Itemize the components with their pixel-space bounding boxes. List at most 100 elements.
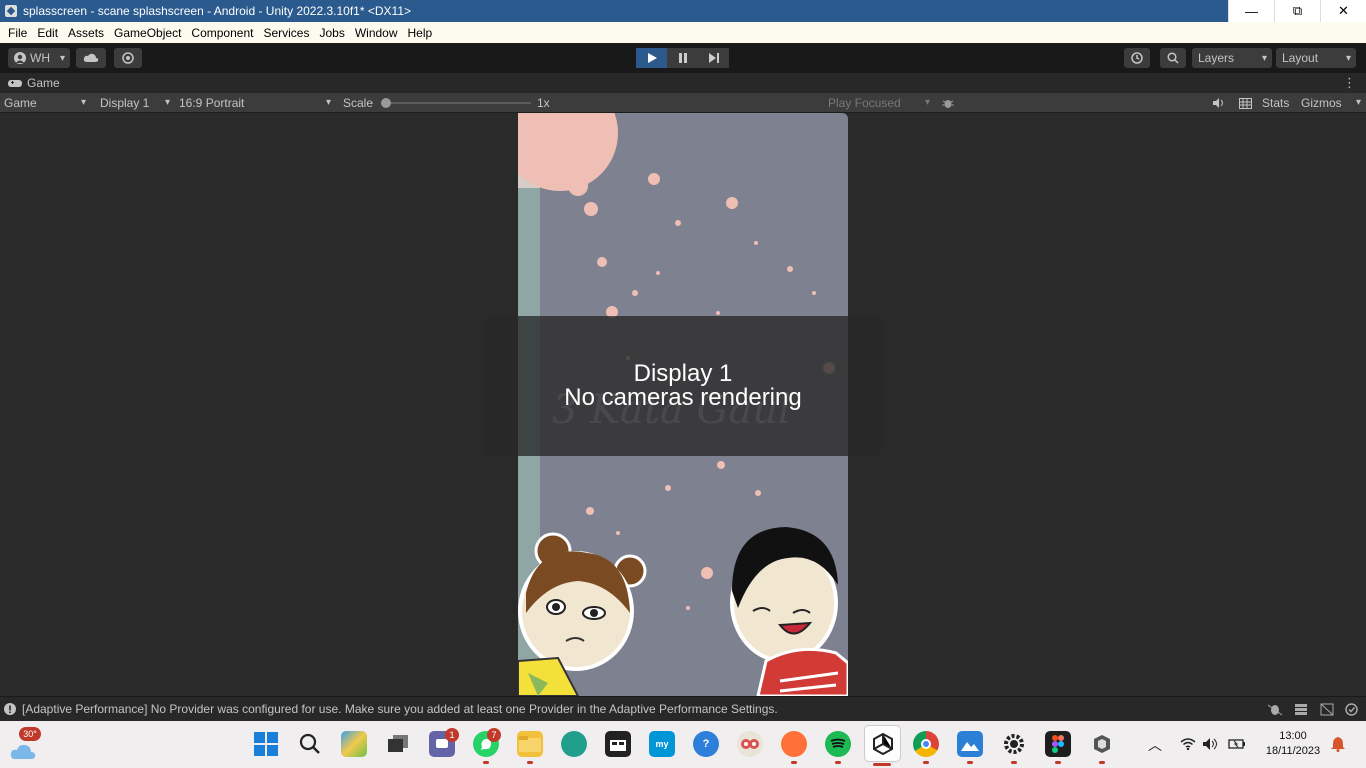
menu-bar: File Edit Assets GameObject Component Se… (0, 22, 1366, 43)
stats-button[interactable]: Stats (1262, 96, 1289, 110)
teams-badge: 1 (445, 728, 459, 742)
owl-app-icon[interactable] (737, 731, 763, 757)
account-label: WH (30, 51, 50, 65)
menu-edit[interactable]: Edit (32, 26, 63, 40)
info-icon (4, 703, 16, 715)
grid-button[interactable] (1236, 96, 1254, 110)
account-dropdown[interactable]: WH (8, 48, 70, 68)
figma-icon[interactable] (1045, 731, 1071, 757)
close-button[interactable]: ✕ (1320, 0, 1366, 22)
search-icon (1167, 52, 1179, 64)
settings-icon[interactable] (1001, 731, 1027, 757)
menu-window[interactable]: Window (350, 26, 403, 40)
playmode-controls (636, 48, 729, 68)
copilot-icon[interactable] (341, 731, 367, 757)
scale-value: 1x (537, 96, 550, 110)
unity-hub-running-indicator (1099, 761, 1105, 764)
no-camera-overlay: Display 1 No cameras rendering (483, 316, 883, 456)
edge-icon[interactable] (561, 731, 587, 757)
unity-taskbar-icon[interactable] (864, 725, 901, 762)
menu-assets[interactable]: Assets (63, 26, 109, 40)
weather-widget[interactable]: 30° (10, 727, 41, 761)
gizmos-dropdown[interactable]: Gizmos (1297, 93, 1365, 112)
settings-running-indicator (1011, 761, 1017, 764)
firefox-running-indicator (791, 761, 797, 764)
volume-icon[interactable] (1203, 737, 1219, 755)
notification-bell-icon[interactable] (1331, 736, 1345, 757)
display-dropdown[interactable]: Display 1 (96, 93, 174, 112)
whatsapp-badge: 7 (487, 728, 501, 742)
wifi-icon[interactable] (1180, 737, 1196, 755)
windows-logo-icon (254, 732, 278, 756)
tray-overflow-chevron-icon[interactable]: ︿ (1148, 735, 1162, 755)
step-button[interactable] (698, 48, 729, 68)
menu-component[interactable]: Component (186, 26, 258, 40)
scale-slider-handle[interactable] (381, 98, 391, 108)
account-icon (14, 52, 26, 64)
unity-hub-icon[interactable] (1089, 731, 1115, 757)
myhp-icon[interactable]: my (649, 731, 675, 757)
menu-services[interactable]: Services (258, 26, 314, 40)
console-message: [Adaptive Performance] No Provider was c… (22, 702, 778, 716)
pause-button[interactable] (667, 48, 698, 68)
debug-mode-icon[interactable] (1267, 703, 1283, 719)
restore-button[interactable]: ⧉ (1274, 0, 1320, 22)
store-icon[interactable] (605, 731, 631, 757)
tab-game-label: Game (27, 76, 60, 90)
photos-icon[interactable] (957, 731, 983, 757)
play-icon (647, 53, 657, 63)
cloud-icon (83, 53, 99, 62)
check-icon[interactable] (1345, 703, 1358, 719)
file-explorer-icon[interactable] (517, 731, 543, 757)
network-icon[interactable] (1320, 703, 1334, 719)
menu-file[interactable]: File (3, 26, 32, 40)
window-tab-bar: Game ⋮ (0, 73, 1366, 93)
main-toolbar: WH Layers Layout (0, 43, 1366, 73)
tab-game[interactable]: Game (0, 73, 60, 93)
cloud-button[interactable] (76, 48, 106, 68)
minimize-button[interactable]: — (1228, 0, 1274, 22)
help-icon[interactable]: ? (693, 731, 719, 757)
layers-dropdown[interactable]: Layers (1192, 48, 1272, 68)
overlay-display-label: Display 1 (633, 360, 733, 387)
photos-running-indicator (967, 761, 973, 764)
taskbar-search-button[interactable] (297, 731, 323, 757)
debug-button[interactable] (938, 95, 958, 111)
history-button[interactable] (1124, 48, 1150, 68)
search-icon (299, 733, 320, 754)
menu-jobs[interactable]: Jobs (314, 26, 349, 40)
gamepad-icon (8, 80, 22, 87)
game-viewport[interactable]: 3 Kata Gaul Display 1 No cameras renderi… (0, 113, 1366, 696)
console-status-bar[interactable]: [Adaptive Performance] No Provider was c… (0, 696, 1366, 721)
play-focused-dropdown[interactable]: Play Focused (824, 93, 934, 112)
weather-temp: 30° (19, 727, 41, 741)
menu-help[interactable]: Help (403, 26, 438, 40)
game-mode-dropdown[interactable]: Game (0, 93, 90, 112)
search-button[interactable] (1160, 48, 1186, 68)
collab-button[interactable] (114, 48, 142, 68)
scale-slider[interactable] (381, 98, 531, 108)
clock-date: 18/11/2023 (1265, 745, 1321, 757)
chrome-icon[interactable] (913, 731, 939, 757)
tab-menu-icon[interactable]: ⋮ (1343, 75, 1356, 91)
windows-taskbar: 30° 1 7 my ? ︿ 13:00 18/11/2023 (0, 721, 1366, 768)
firefox-icon[interactable] (781, 731, 807, 757)
clock-time: 13:00 (1279, 730, 1307, 742)
spotify-icon[interactable] (825, 731, 851, 757)
game-view-toolbar: Game Display 1 16:9 Portrait Scale 1x Pl… (0, 93, 1366, 113)
layout-dropdown[interactable]: Layout (1276, 48, 1356, 68)
task-view-icon[interactable] (385, 731, 411, 757)
chrome-running-indicator (923, 761, 929, 764)
battery-icon[interactable] (1228, 737, 1246, 755)
start-button[interactable] (253, 731, 279, 757)
clock[interactable]: 13:00 18/11/2023 (1258, 729, 1328, 759)
aspect-dropdown[interactable]: 16:9 Portrait (175, 93, 335, 112)
mute-button[interactable] (1210, 96, 1228, 110)
menu-gameobject[interactable]: GameObject (109, 26, 186, 40)
play-button[interactable] (636, 48, 667, 68)
cloud-weather-icon (10, 744, 36, 759)
unity-logo-icon (5, 5, 17, 17)
speaker-icon (1213, 98, 1223, 108)
overlay-message: No cameras rendering (564, 384, 802, 411)
progress-stack-icon[interactable] (1294, 703, 1308, 719)
